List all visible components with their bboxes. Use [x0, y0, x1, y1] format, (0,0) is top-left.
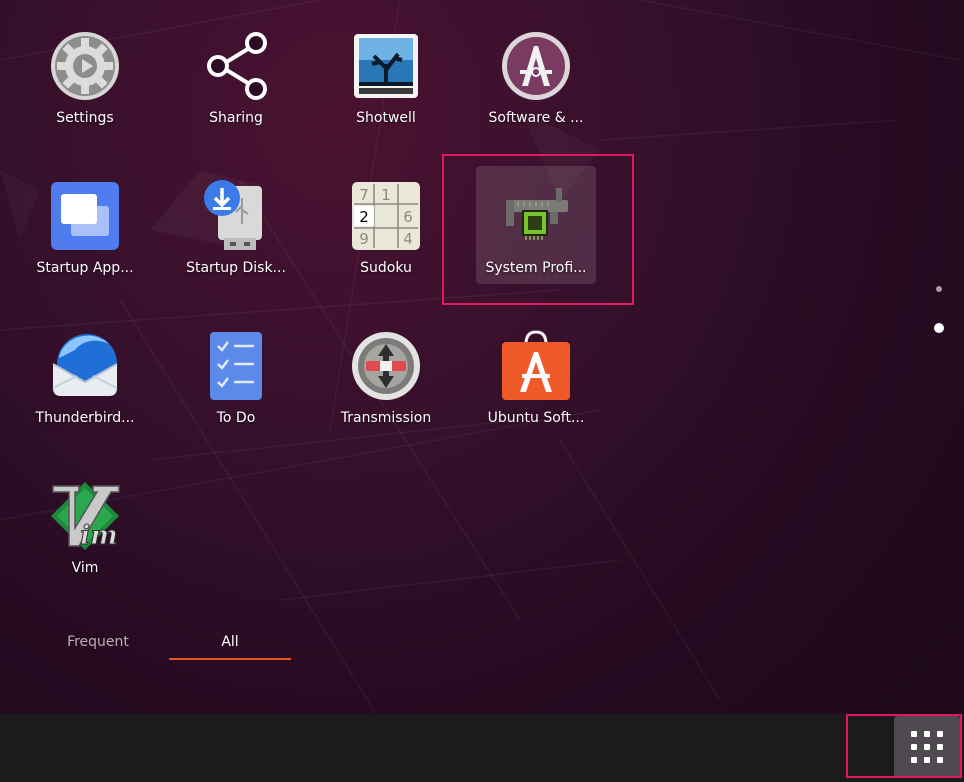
- grid-dots-icon: [911, 731, 943, 763]
- app-label: Transmission: [340, 410, 432, 426]
- app-grid-screen: Settings Sharing Shotwell Software & ...…: [0, 0, 964, 782]
- sudoku-digit: 6: [403, 208, 413, 226]
- app-label: To Do: [216, 410, 256, 426]
- sudoku-grid-icon: 7 1 2 6 9 4: [350, 180, 422, 252]
- hardware-caliper-icon: [500, 180, 572, 252]
- app-label: Software & ...: [488, 110, 584, 126]
- tab-frequent[interactable]: Frequent: [37, 628, 159, 658]
- vim-logo-text: im: [80, 521, 117, 551]
- app-label: Sudoku: [360, 260, 412, 276]
- sudoku-digit: 1: [381, 186, 391, 204]
- sudoku-digit: 2: [359, 208, 369, 226]
- app-label: Ubuntu Soft...: [487, 410, 585, 426]
- app-label: Sharing: [209, 110, 263, 126]
- sudoku-digit: 9: [359, 230, 369, 248]
- app-label: Startup App...: [36, 260, 134, 276]
- app-transmission[interactable]: Transmission: [311, 300, 461, 450]
- settings-gear-icon: [49, 30, 121, 102]
- ubuntu-software-bag-icon: [500, 330, 572, 402]
- sudoku-digit: 7: [359, 186, 369, 204]
- app-label: System Profi...: [485, 260, 587, 276]
- app-todo[interactable]: To Do: [161, 300, 311, 450]
- thunderbird-mail-icon: [49, 330, 121, 402]
- app-label: Vim: [71, 560, 99, 576]
- page-indicator-2[interactable]: [934, 323, 944, 333]
- startup-applications-icon: [49, 180, 121, 252]
- app-vim[interactable]: im Vim: [10, 450, 160, 600]
- app-label: Startup Disk...: [186, 260, 286, 276]
- dock: [0, 714, 964, 782]
- transmission-torrent-icon: [350, 330, 422, 402]
- app-label: Settings: [56, 110, 114, 126]
- app-system-profiler[interactable]: System Profi...: [461, 150, 611, 300]
- app-sudoku[interactable]: 7 1 2 6 9 4 Sudoku: [311, 150, 461, 300]
- tab-all[interactable]: All: [169, 628, 291, 660]
- usb-drive-download-icon: [200, 180, 272, 252]
- app-thunderbird[interactable]: Thunderbird...: [10, 300, 160, 450]
- app-startup-applications[interactable]: Startup App...: [10, 150, 160, 300]
- app-settings[interactable]: Settings: [10, 0, 160, 150]
- page-indicator-1[interactable]: [936, 286, 942, 292]
- app-shotwell[interactable]: Shotwell: [311, 0, 461, 150]
- show-applications-button[interactable]: [894, 716, 960, 778]
- share-icon: [200, 30, 272, 102]
- software-properties-icon: [500, 30, 572, 102]
- app-label: Thunderbird...: [35, 410, 135, 426]
- sudoku-digit: 4: [403, 230, 413, 248]
- shotwell-photo-icon: [350, 30, 422, 102]
- checklist-icon: [200, 330, 272, 402]
- app-sharing[interactable]: Sharing: [161, 0, 311, 150]
- vim-logo-icon: im: [49, 480, 121, 552]
- app-ubuntu-software[interactable]: Ubuntu Soft...: [461, 300, 611, 450]
- app-label: Shotwell: [356, 110, 416, 126]
- app-software-properties[interactable]: Software & ...: [461, 0, 611, 150]
- app-startup-disk-creator[interactable]: Startup Disk...: [161, 150, 311, 300]
